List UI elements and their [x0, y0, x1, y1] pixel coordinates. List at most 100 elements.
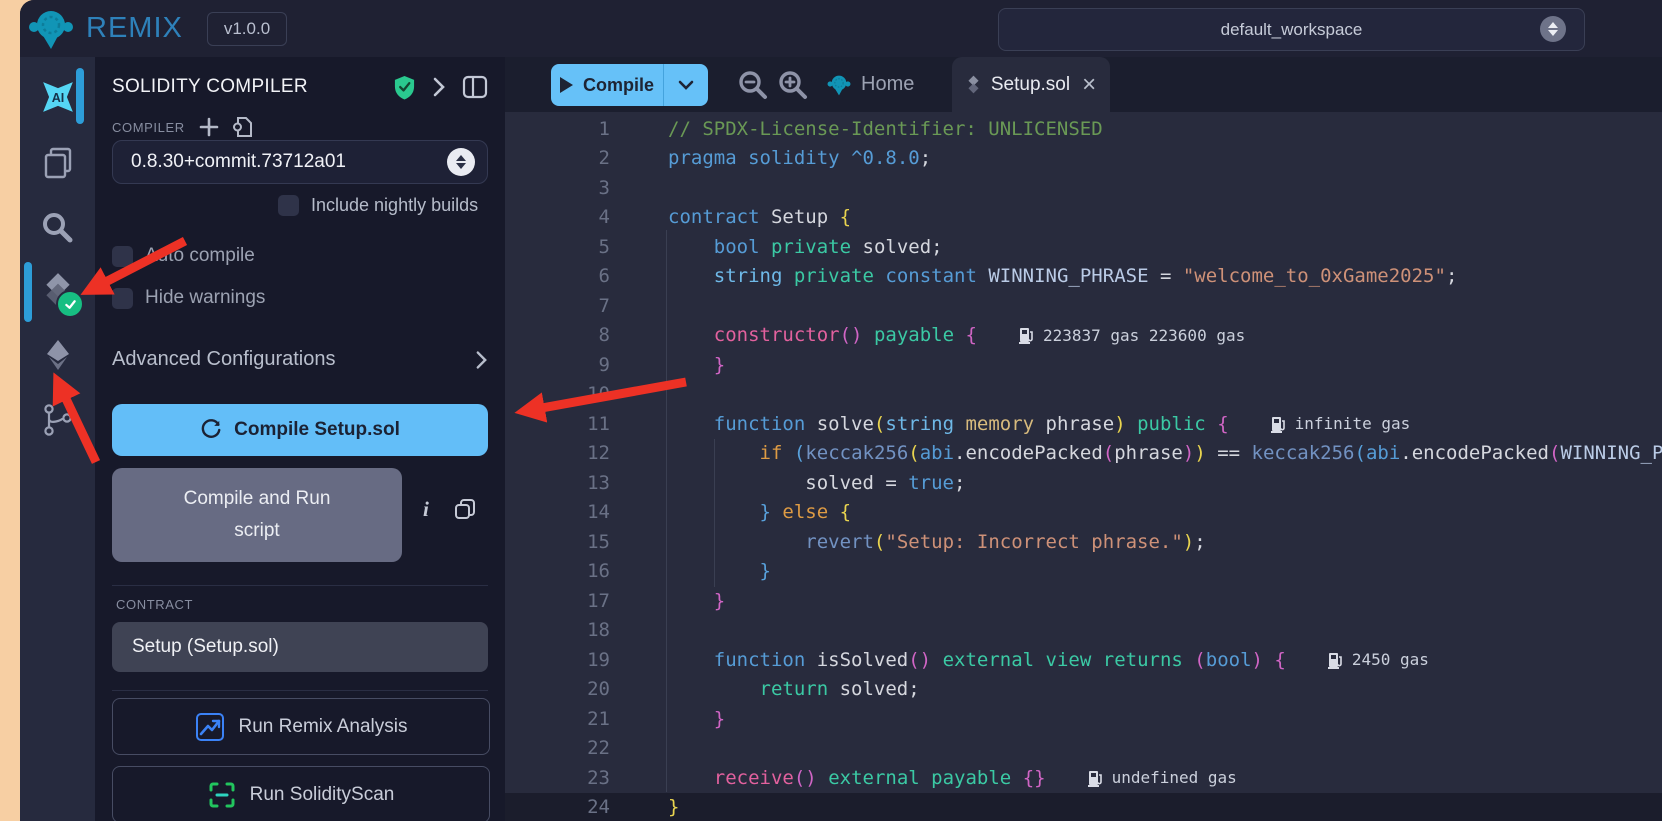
code-line[interactable]: 14 } else {: [505, 498, 1662, 528]
workspace-select-arrows-icon[interactable]: [1540, 16, 1566, 42]
run-solidityscan-button[interactable]: Run SolidityScan: [112, 766, 490, 821]
sidebar-item-ai-assistant[interactable]: AI: [20, 69, 95, 125]
compile-split-button[interactable]: Compile: [551, 64, 708, 106]
code-line[interactable]: 18: [505, 616, 1662, 646]
gas-estimate: 2450 gas: [1328, 650, 1429, 669]
compile-setup-label: Compile Setup.sol: [234, 419, 400, 441]
copy-icon[interactable]: [453, 497, 477, 521]
code-line[interactable]: 7: [505, 291, 1662, 321]
sidebar-item-solidity-compiler[interactable]: [20, 262, 95, 318]
code-line[interactable]: 11 function solve(string memory phrase) …: [505, 409, 1662, 439]
line-number[interactable]: 19: [505, 649, 610, 671]
line-number[interactable]: 23: [505, 767, 610, 789]
run-remix-analysis-button[interactable]: Run Remix Analysis: [112, 698, 490, 755]
version-select-arrows-icon[interactable]: [447, 148, 475, 176]
code-line[interactable]: 6 string private constant WINNING_PHRASE…: [505, 262, 1662, 292]
scan-icon: [208, 781, 236, 809]
info-icon[interactable]: i: [423, 497, 429, 522]
app-window: REMIX v1.0.0 default_workspace AI: [20, 0, 1662, 821]
code-line[interactable]: 3: [505, 173, 1662, 203]
sidebar-item-search[interactable]: [20, 200, 95, 256]
line-number[interactable]: 10: [505, 383, 610, 405]
code-line[interactable]: 19 function isSolved() external view ret…: [505, 645, 1662, 675]
line-number[interactable]: 21: [505, 708, 610, 730]
refresh-icon: [200, 419, 222, 441]
sidebar-item-git[interactable]: [20, 392, 95, 448]
compile-setup-button[interactable]: Compile Setup.sol: [112, 404, 488, 456]
code-line[interactable]: 13 solved = true;: [505, 468, 1662, 498]
code-text: pragma solidity ^0.8.0;: [668, 147, 931, 169]
workspace-select[interactable]: default_workspace: [998, 8, 1585, 51]
line-number[interactable]: 5: [505, 236, 610, 258]
compile-button-dropdown[interactable]: [663, 64, 708, 106]
activity-bar: AI: [20, 57, 95, 821]
line-number[interactable]: 4: [505, 206, 610, 228]
code-line[interactable]: 20 return solved;: [505, 675, 1662, 705]
code-line[interactable]: 8 constructor() payable {223837 gas 2236…: [505, 321, 1662, 351]
code-line[interactable]: 17 }: [505, 586, 1662, 616]
line-number[interactable]: 2: [505, 147, 610, 169]
line-number[interactable]: 6: [505, 265, 610, 287]
line-number[interactable]: 9: [505, 354, 610, 376]
code-line[interactable]: 24}: [505, 793, 1662, 821]
line-number[interactable]: 11: [505, 413, 610, 435]
code-editor[interactable]: 1 // SPDX-License-Identifier: UNLICENSED 2…: [505, 112, 1662, 821]
line-number[interactable]: 24: [505, 796, 610, 818]
contract-section-label: CONTRACT: [116, 597, 193, 612]
editor-area: Compile: [505, 57, 1662, 821]
compile-button-main[interactable]: Compile: [551, 64, 663, 106]
code-line[interactable]: 1 // SPDX-License-Identifier: UNLICENSED: [505, 114, 1662, 144]
code-line[interactable]: 12 if (keccak256(abi.encodePacked(phrase…: [505, 439, 1662, 469]
contract-select[interactable]: Setup (Setup.sol): [112, 622, 488, 672]
gas-pump-icon: [1088, 769, 1103, 787]
code-line[interactable]: 5 bool private solved;: [505, 232, 1662, 262]
sidebar-item-deploy-and-run[interactable]: [20, 327, 95, 383]
compiler-file-icon[interactable]: [233, 115, 255, 139]
code-line[interactable]: 16 }: [505, 557, 1662, 587]
compiler-version-select[interactable]: 0.8.30+commit.73712a01: [112, 140, 488, 184]
search-icon: [40, 210, 76, 246]
code-line[interactable]: 23 receive() external payable {}undefine…: [505, 763, 1662, 793]
svg-text:AI: AI: [51, 91, 64, 105]
sidebar-item-file-explorer[interactable]: [20, 135, 95, 191]
split-panel-icon[interactable]: [462, 75, 488, 99]
code-line[interactable]: 10: [505, 380, 1662, 410]
code-line[interactable]: 9 }: [505, 350, 1662, 380]
code-text: // SPDX-License-Identifier: UNLICENSED: [668, 118, 1103, 140]
hide-warnings-row: Hide warnings: [112, 287, 265, 309]
line-number[interactable]: 16: [505, 560, 610, 582]
chevron-right-icon[interactable]: [432, 77, 446, 97]
advanced-configurations-toggle[interactable]: Advanced Configurations: [112, 348, 488, 371]
line-number[interactable]: 7: [505, 295, 610, 317]
line-number[interactable]: 12: [505, 442, 610, 464]
tab-close-icon[interactable]: ×: [1082, 73, 1096, 97]
tab-home[interactable]: Home: [827, 57, 914, 112]
code-text: constructor() payable {223837 gas 223600…: [668, 324, 1245, 346]
code-line[interactable]: 4contract Setup {: [505, 203, 1662, 233]
line-number[interactable]: 18: [505, 619, 610, 641]
line-number[interactable]: 8: [505, 324, 610, 346]
zoom-out-icon[interactable]: [737, 69, 769, 101]
zoom-in-icon[interactable]: [777, 69, 809, 101]
line-number[interactable]: 13: [505, 472, 610, 494]
code-line[interactable]: 2 pragma solidity ^0.8.0;: [505, 144, 1662, 174]
solidity-compiler-panel: SOLIDITY COMPILER COMPILER: [95, 57, 505, 821]
line-number[interactable]: 14: [505, 501, 610, 523]
code-line[interactable]: 21 }: [505, 704, 1662, 734]
line-number[interactable]: 22: [505, 737, 610, 759]
code-line[interactable]: 22: [505, 734, 1662, 764]
code-text: receive() external payable {}undefined g…: [668, 767, 1237, 789]
line-number[interactable]: 1: [505, 118, 610, 140]
hide-warnings-label: Hide warnings: [145, 287, 265, 309]
line-number[interactable]: 20: [505, 678, 610, 700]
line-number[interactable]: 17: [505, 590, 610, 612]
code-line[interactable]: 15 revert("Setup: Incorrect phrase.");: [505, 527, 1662, 557]
hide-warnings-checkbox[interactable]: [112, 288, 133, 309]
auto-compile-checkbox[interactable]: [112, 246, 133, 267]
add-compiler-icon[interactable]: [199, 117, 219, 137]
nightly-builds-checkbox[interactable]: [278, 195, 299, 216]
line-number[interactable]: 15: [505, 531, 610, 553]
line-number[interactable]: 3: [505, 177, 610, 199]
tab-setup-sol[interactable]: Setup.sol ×: [952, 57, 1110, 112]
compile-and-run-script-button[interactable]: Compile and Run script: [112, 468, 402, 562]
